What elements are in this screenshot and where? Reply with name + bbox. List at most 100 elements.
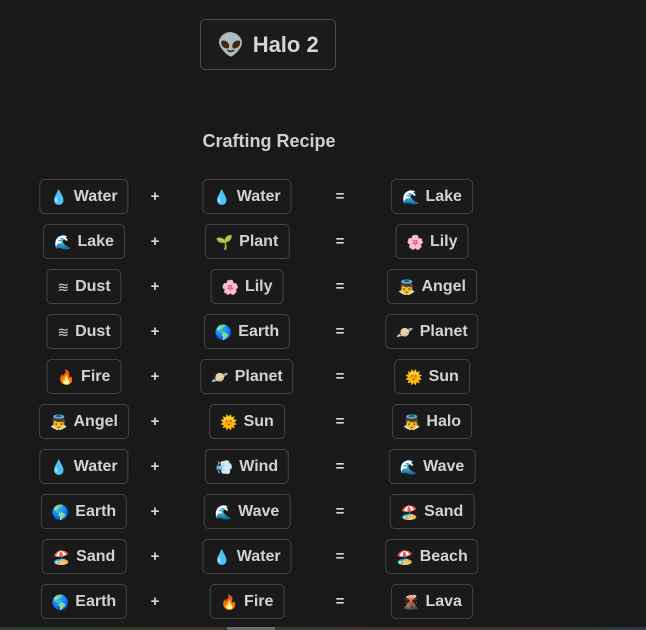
beach-umbrella-icon: 🏖️ xyxy=(52,548,71,565)
element-label: Dust xyxy=(75,277,111,295)
cherry-blossom-icon: 🌸 xyxy=(221,278,239,295)
alien-icon: 👽 xyxy=(217,31,245,57)
ingredient-b-chip[interactable]: 🌎 Earth xyxy=(203,314,291,349)
plus-sign: + xyxy=(150,278,160,295)
angel-icon: 👼 xyxy=(398,278,416,295)
earth-globe-icon: 🌎 xyxy=(51,503,70,520)
plus-sign: + xyxy=(150,458,160,475)
equals-sign: = xyxy=(335,233,345,250)
ingredient-a-chip[interactable]: ≋ Dust xyxy=(46,314,122,349)
element-title-card[interactable]: 👽 Halo 2 xyxy=(200,19,336,70)
result-chip[interactable]: 👼 Angel xyxy=(387,269,477,304)
recipe-row: 🏖️ Sand + 💧 Water = 🏖️ Beach xyxy=(0,539,646,575)
element-label: Planet xyxy=(419,322,468,340)
element-label: Fire xyxy=(81,367,111,385)
element-label: Sand xyxy=(76,547,116,565)
element-label: Water xyxy=(236,547,281,565)
ingredient-b-chip[interactable]: 🪐 Planet xyxy=(200,359,294,394)
dust-icon: ≋ xyxy=(57,323,70,340)
earth-globe-icon: 🌎 xyxy=(51,593,70,610)
equals-sign: = xyxy=(335,323,345,340)
result-chip[interactable]: 🌋 Lava xyxy=(391,584,473,619)
result-chip[interactable]: 🏖️ Beach xyxy=(385,539,479,574)
equals-sign: = xyxy=(335,503,345,520)
element-label: Wind xyxy=(239,457,279,475)
beach-umbrella-icon: 🏖️ xyxy=(396,548,414,565)
plus-sign: + xyxy=(150,368,160,385)
element-label: Water xyxy=(236,187,281,205)
ingredient-a-chip[interactable]: 🌎 Earth xyxy=(40,494,128,529)
cherry-blossom-icon: 🌸 xyxy=(406,233,424,250)
recipe-row: 👼 Angel + 🌞 Sun = 👼 Halo xyxy=(0,404,646,440)
element-label: Water xyxy=(73,187,118,205)
equals-sign: = xyxy=(335,548,345,565)
ingredient-a-chip[interactable]: 🏖️ Sand xyxy=(41,539,127,574)
plus-sign: + xyxy=(150,188,160,205)
sun-icon: 🌞 xyxy=(220,413,238,430)
element-title: Halo 2 xyxy=(252,31,319,57)
dust-icon: ≋ xyxy=(57,278,70,295)
earth-globe-icon: 🌎 xyxy=(214,323,233,340)
element-label: Halo xyxy=(426,412,462,430)
ingredient-a-chip[interactable]: 🌎 Earth xyxy=(40,584,128,619)
ingredient-b-chip[interactable]: 🌊 Wave xyxy=(203,494,291,529)
element-label: Sun xyxy=(243,412,274,430)
ingredient-a-chip[interactable]: 💧 Water xyxy=(39,449,129,484)
result-chip[interactable]: 🌊 Wave xyxy=(388,449,476,484)
water-drop-icon: 💧 xyxy=(213,188,231,205)
plus-sign: + xyxy=(150,593,160,610)
fire-icon: 🔥 xyxy=(57,368,76,385)
ingredient-a-chip[interactable]: 💧 Water xyxy=(39,179,129,214)
element-label: Fire xyxy=(244,592,274,610)
element-label: Lake xyxy=(425,187,462,205)
seedling-icon: 🌱 xyxy=(215,233,234,250)
recipe-row: 🌊 Lake + 🌱 Plant = 🌸 Lily xyxy=(0,224,646,260)
recipe-page: 👽 Halo 2 Crafting Recipe 💧 Water + 💧 Water = 🌊… xyxy=(0,0,646,630)
ingredient-b-chip[interactable]: 💨 Wind xyxy=(204,449,290,484)
ingredient-b-chip[interactable]: 🔥 Fire xyxy=(209,584,285,619)
result-chip[interactable]: 🪐 Planet xyxy=(385,314,479,349)
crafting-recipe-heading: Crafting Recipe xyxy=(202,131,336,151)
ingredient-a-chip[interactable]: ≋ Dust xyxy=(46,269,122,304)
result-chip[interactable]: 🏖️ Sand xyxy=(389,494,475,529)
recipe-row: 🌎 Earth + 🔥 Fire = 🌋 Lava xyxy=(0,584,646,620)
recipe-row: 🌎 Earth + 🌊 Wave = 🏖️ Sand xyxy=(0,494,646,530)
water-drop-icon: 💧 xyxy=(213,548,231,565)
equals-sign: = xyxy=(335,368,345,385)
element-label: Earth xyxy=(75,592,117,610)
ingredient-a-chip[interactable]: 🌊 Lake xyxy=(43,224,125,259)
result-chip[interactable]: 🌸 Lily xyxy=(395,224,469,259)
angel-icon: 👼 xyxy=(50,413,68,430)
element-label: Sand xyxy=(424,502,464,520)
wave-icon: 🌊 xyxy=(54,233,72,250)
element-label: Angel xyxy=(421,277,466,295)
element-label: Planet xyxy=(234,367,283,385)
result-chip[interactable]: 🌞 Sun xyxy=(394,359,470,394)
equals-sign: = xyxy=(335,413,345,430)
recipe-row: ≋ Dust + 🌎 Earth = 🪐 Planet xyxy=(0,314,646,350)
element-label: Earth xyxy=(75,502,117,520)
plus-sign: + xyxy=(150,413,160,430)
element-label: Earth xyxy=(238,322,280,340)
result-chip[interactable]: 👼 Halo xyxy=(391,404,473,439)
equals-sign: = xyxy=(335,593,345,610)
ingredient-b-chip[interactable]: 💧 Water xyxy=(202,179,292,214)
water-drop-icon: 💧 xyxy=(50,188,68,205)
element-label: Lily xyxy=(244,277,273,295)
element-label: Beach xyxy=(419,547,468,565)
angel-icon: 👼 xyxy=(402,413,421,430)
ingredient-a-chip[interactable]: 👼 Angel xyxy=(39,404,129,439)
ingredient-b-chip[interactable]: 🌱 Plant xyxy=(204,224,290,259)
element-label: Dust xyxy=(75,322,111,340)
planet-icon: 🪐 xyxy=(396,323,414,340)
element-label: Lily xyxy=(429,232,458,250)
ingredient-b-chip[interactable]: 🌞 Sun xyxy=(209,404,285,439)
ingredient-a-chip[interactable]: 🔥 Fire xyxy=(46,359,122,394)
ingredient-b-chip[interactable]: 💧 Water xyxy=(202,539,292,574)
wave-icon: 🌊 xyxy=(214,503,233,520)
ingredient-b-chip[interactable]: 🌸 Lily xyxy=(210,269,284,304)
recipe-row: 💧 Water + 💨 Wind = 🌊 Wave xyxy=(0,449,646,485)
plus-sign: + xyxy=(150,548,160,565)
volcano-icon: 🌋 xyxy=(402,593,420,610)
result-chip[interactable]: 🌊 Lake xyxy=(391,179,473,214)
